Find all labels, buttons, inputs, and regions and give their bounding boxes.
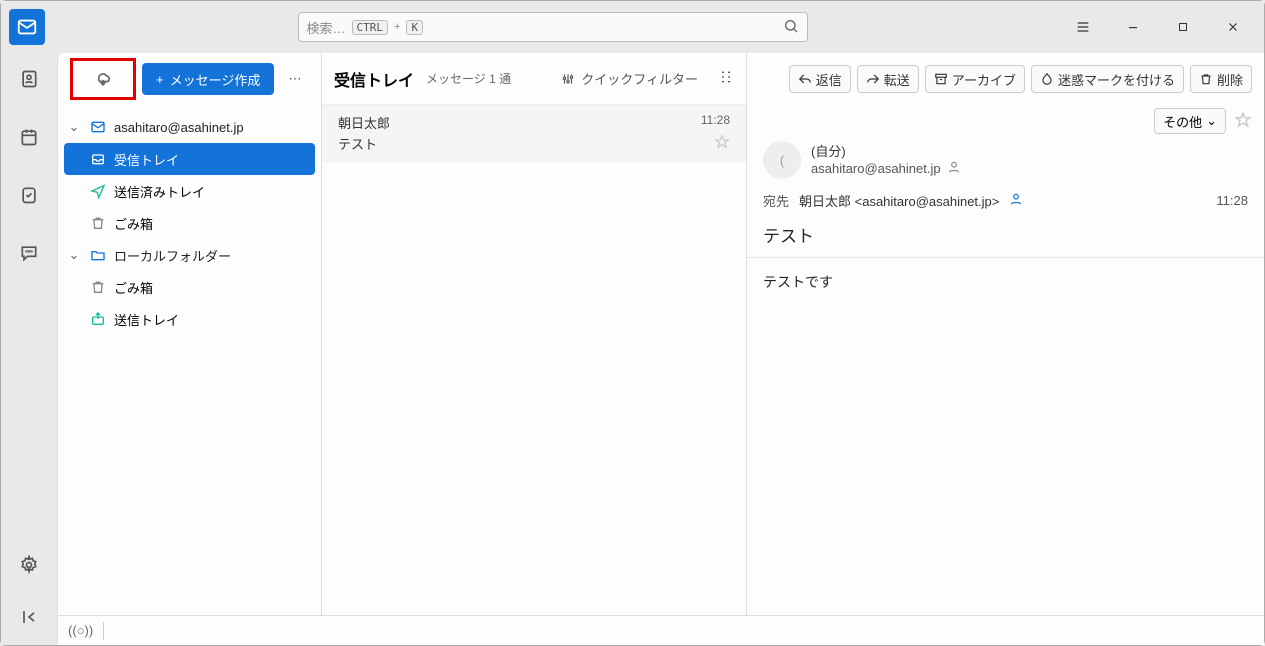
get-messages-button[interactable]: [70, 58, 136, 100]
folder-label: 受信トレイ: [114, 150, 179, 169]
other-label: その他: [1163, 112, 1202, 131]
junk-button[interactable]: 迷惑マークを付ける: [1031, 65, 1184, 93]
folder-label: ごみ箱: [114, 278, 153, 297]
contact-icon[interactable]: [1009, 192, 1023, 209]
collapse-rail-icon[interactable]: [9, 597, 49, 637]
forward-label: 転送: [884, 70, 910, 89]
calendar-icon[interactable]: [9, 117, 49, 157]
spaces-toolbar: [1, 53, 57, 645]
account-row-local[interactable]: ⌄ ローカルフォルダー: [58, 239, 321, 271]
reply-button[interactable]: 返信: [789, 65, 851, 93]
star-icon[interactable]: [714, 134, 730, 153]
archive-label: アーカイブ: [952, 70, 1016, 89]
folder-label: 送信トレイ: [114, 310, 179, 329]
quick-filter-button[interactable]: クイックフィルター: [561, 69, 698, 88]
sender-name: (自分): [811, 141, 1248, 160]
message-list-pane: 受信トレイ メッセージ 1 通 クイックフィルター 朝日太郎 11:28 テスト: [322, 53, 747, 615]
sender-email: asahitaro@asahinet.jp: [811, 161, 941, 176]
search-icon: [783, 18, 799, 37]
app-menu-button[interactable]: [1060, 10, 1106, 44]
folder-icon: [88, 247, 108, 263]
delete-label: 削除: [1217, 70, 1243, 89]
search-kbd-k: K: [406, 20, 423, 35]
reading-pane: 返信 転送 アーカイブ 迷惑マークを付ける 削除 その他⌄ ( (自分) asa…: [747, 53, 1264, 615]
archive-button[interactable]: アーカイブ: [925, 65, 1025, 93]
sync-icon[interactable]: ((○)): [68, 623, 93, 638]
list-layout-button[interactable]: [718, 69, 734, 88]
folder-inbox[interactable]: 受信トレイ: [64, 143, 315, 175]
recipient-label: 宛先: [763, 191, 789, 210]
list-count: メッセージ 1 通: [426, 70, 511, 87]
folder-more-button[interactable]: ⋯: [281, 65, 309, 93]
message-time: 11:28: [1216, 193, 1248, 208]
contact-icon[interactable]: [947, 160, 961, 177]
chat-icon[interactable]: [9, 233, 49, 273]
divider: [103, 622, 104, 640]
chevron-down-icon: ⌄: [1206, 113, 1217, 129]
message-subject: テスト: [747, 216, 1264, 253]
search-plus: +: [394, 21, 400, 33]
window-minimize-button[interactable]: [1110, 10, 1156, 44]
chevron-down-icon: ⌄: [66, 247, 82, 263]
folder-trash[interactable]: ごみ箱: [58, 207, 321, 239]
message-sender: 朝日太郎: [338, 113, 390, 132]
compose-button[interactable]: + メッセージ作成: [142, 63, 274, 95]
recipient-value: 朝日太郎 <asahitaro@asahinet.jp>: [799, 191, 999, 210]
status-bar: ((○)): [58, 615, 1264, 645]
account-name: ローカルフォルダー: [114, 246, 231, 265]
folder-pane: + メッセージ作成 ⋯ ⌄ asahitaro@asahinet.jp 受信トレ…: [58, 53, 322, 615]
junk-label: 迷惑マークを付ける: [1058, 70, 1175, 89]
list-title: 受信トレイ: [334, 67, 414, 91]
tasks-icon[interactable]: [9, 175, 49, 215]
forward-button[interactable]: 転送: [857, 65, 919, 93]
folder-sent[interactable]: 送信済みトレイ: [58, 175, 321, 207]
app-mail-icon[interactable]: [9, 9, 45, 45]
search-input[interactable]: 検索… CTRL + K: [298, 12, 808, 42]
account-row[interactable]: ⌄ asahitaro@asahinet.jp: [58, 111, 321, 143]
folder-label: 送信済みトレイ: [114, 182, 205, 201]
reply-label: 返信: [816, 70, 842, 89]
mail-account-icon: [88, 119, 108, 135]
message-item[interactable]: 朝日太郎 11:28 テスト: [322, 105, 746, 162]
outbox-icon: [88, 311, 108, 327]
avatar: (: [763, 141, 801, 179]
other-actions-button[interactable]: その他⌄: [1154, 108, 1226, 134]
delete-button[interactable]: 削除: [1190, 65, 1252, 93]
inbox-icon: [88, 151, 108, 167]
search-placeholder: 検索…: [307, 18, 346, 37]
folder-outbox[interactable]: 送信トレイ: [58, 303, 321, 335]
window-maximize-button[interactable]: [1160, 10, 1206, 44]
trash-icon: [88, 279, 108, 295]
sent-icon: [88, 183, 108, 199]
quick-filter-label: クイックフィルター: [581, 69, 698, 88]
plus-icon: +: [156, 72, 164, 87]
address-book-icon[interactable]: [9, 59, 49, 99]
chevron-down-icon: ⌄: [66, 119, 82, 135]
folder-local-trash[interactable]: ごみ箱: [58, 271, 321, 303]
folder-tree: ⌄ asahitaro@asahinet.jp 受信トレイ 送信済みトレイ: [58, 105, 321, 341]
star-icon[interactable]: [1234, 111, 1252, 132]
message-time: 11:28: [701, 113, 730, 132]
window-close-button[interactable]: [1210, 10, 1256, 44]
search-kbd-ctrl: CTRL: [352, 20, 389, 35]
account-name: asahitaro@asahinet.jp: [114, 120, 244, 135]
settings-icon[interactable]: [9, 545, 49, 585]
message-body: テストです: [747, 258, 1264, 306]
trash-icon: [88, 215, 108, 231]
message-subject: テスト: [338, 134, 377, 153]
titlebar: 検索… CTRL + K: [1, 1, 1264, 53]
compose-label: メッセージ作成: [170, 70, 261, 89]
folder-label: ごみ箱: [114, 214, 153, 233]
avatar-initial: (: [780, 153, 784, 168]
